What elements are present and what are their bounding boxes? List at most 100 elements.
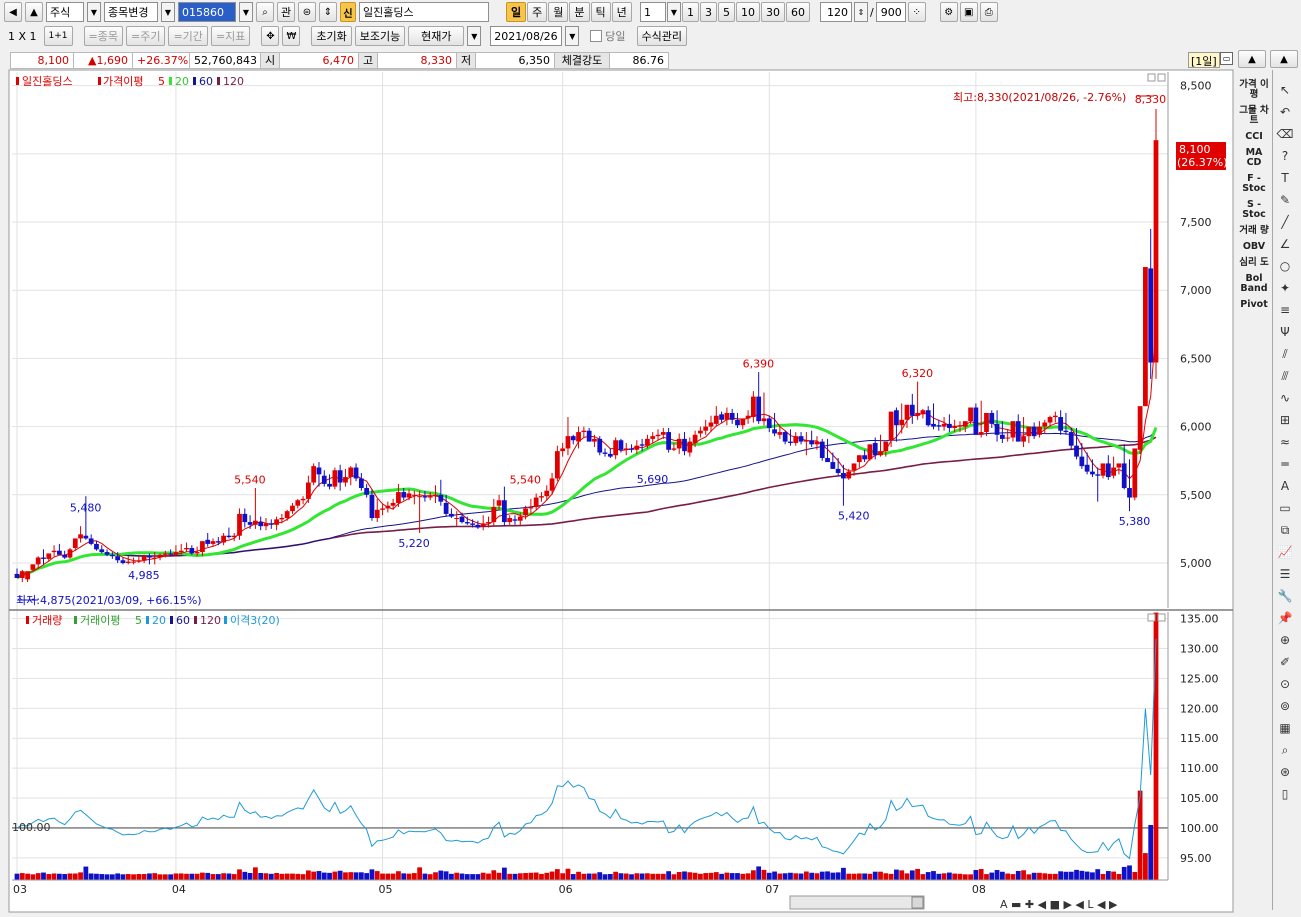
scroll-right-icon[interactable] <box>911 896 924 909</box>
legend-ma120: 120 <box>223 75 244 88</box>
indicator-item[interactable]: S - Stoc <box>1239 200 1269 220</box>
candle-body <box>152 557 158 559</box>
candle-body <box>470 523 475 525</box>
x-tick-label: 08 <box>972 883 986 896</box>
volume-bar <box>1084 871 1090 880</box>
pin-icon[interactable]: 📌 <box>1274 608 1296 628</box>
volume-bar <box>872 871 878 880</box>
nav-arrows[interactable]: A ▬ ✚ ◀ ■ ▶ ◀ L ◀ ▶ <box>1000 898 1118 911</box>
hline-icon[interactable]: ═ <box>1274 454 1296 474</box>
grid-icon[interactable]: ⊞ <box>1274 410 1296 430</box>
text-tool-icon[interactable]: T <box>1274 168 1296 188</box>
pencil-icon[interactable]: ✎ <box>1274 190 1296 210</box>
indicator-item[interactable]: Bol Band <box>1239 274 1269 294</box>
candle-body <box>491 507 497 523</box>
disparity-ref-label: 100.00 <box>12 821 51 834</box>
cycle-icon[interactable]: ∿ <box>1274 388 1296 408</box>
candle-body <box>528 507 534 509</box>
excel-icon[interactable]: ▦ <box>1274 718 1296 738</box>
volume-bar <box>464 874 470 880</box>
volume-bar <box>803 871 809 880</box>
wave-icon[interactable]: ≈ <box>1274 432 1296 452</box>
line-icon[interactable]: ╱ <box>1274 212 1296 232</box>
indicator-item[interactable]: MA CD <box>1239 148 1269 168</box>
volume-bar <box>607 874 613 880</box>
volume-bar <box>449 873 454 880</box>
price-annotation: 5,480 <box>70 502 102 515</box>
chart-frame <box>8 69 1234 913</box>
collapse-up-icon[interactable]: ▲ <box>1238 50 1266 68</box>
candle-body <box>761 418 767 422</box>
wrench-icon[interactable]: 🔧 <box>1274 586 1296 606</box>
candle-body <box>46 553 52 559</box>
candle-body <box>88 538 94 544</box>
magnify-icon[interactable]: ⌕ <box>1274 740 1296 760</box>
volume-bar <box>629 874 634 880</box>
candle-body <box>592 438 597 442</box>
volume-bar <box>941 873 947 880</box>
zoom-in-icon[interactable]: ⊕ <box>1274 630 1296 650</box>
parallel-icon[interactable]: ≡ <box>1274 300 1296 320</box>
indicator-item[interactable]: F - Stoc <box>1239 174 1269 194</box>
volume-bar <box>660 873 666 880</box>
volume-bar <box>109 874 115 880</box>
volume-bar <box>1111 871 1117 880</box>
volume-bar <box>554 869 560 880</box>
panel2-close-icon[interactable] <box>1157 613 1166 622</box>
candle-body <box>253 520 258 525</box>
clip-icon[interactable]: ▯ <box>1274 784 1296 804</box>
channel-icon[interactable]: ⫻ <box>1274 366 1296 386</box>
cursor-icon[interactable]: ↖ <box>1274 80 1296 100</box>
indicator-item[interactable]: 가격 이평 <box>1239 80 1269 100</box>
marker-icon[interactable]: ✐ <box>1274 652 1296 672</box>
candle-body <box>724 412 730 420</box>
candle-body <box>226 535 232 538</box>
fibo-icon[interactable]: Ψ <box>1274 322 1296 342</box>
candle-body <box>941 423 947 427</box>
collapse-up2-icon[interactable]: ▲ <box>1270 50 1298 68</box>
target-icon[interactable]: ⊛ <box>1274 762 1296 782</box>
indicator-item[interactable]: Pivot <box>1239 300 1269 310</box>
candle-body <box>205 539 211 544</box>
find-icon[interactable]: ⊙ <box>1274 674 1296 694</box>
circle-icon[interactable]: ○ <box>1274 256 1296 276</box>
volume-bar <box>1100 873 1106 880</box>
candle-body <box>486 522 491 524</box>
list-icon[interactable]: ☰ <box>1274 564 1296 584</box>
window-icon[interactable]: ▭ <box>1274 498 1296 518</box>
price-tick-label: 6,500 <box>1180 352 1212 365</box>
volume-bar <box>936 873 942 880</box>
volume-bar <box>846 873 852 880</box>
indicator-item[interactable]: 거래 량 <box>1239 226 1269 236</box>
fan-icon[interactable]: ⫽ <box>1274 344 1296 364</box>
panel2-min-icon[interactable] <box>1147 613 1156 622</box>
candle-body <box>629 448 634 450</box>
price-annotation: 5,690 <box>637 473 669 486</box>
legend-volume: 거래량 <box>32 614 62 627</box>
chart-icon[interactable]: 📈 <box>1274 542 1296 562</box>
candle-body <box>851 463 857 471</box>
candle-body <box>565 436 571 449</box>
indicator-item[interactable]: 그물 차트 <box>1239 106 1269 126</box>
copy-icon[interactable]: ⧉ <box>1274 520 1296 540</box>
price-annotation: 5,380 <box>1119 515 1151 528</box>
star-icon[interactable]: ✦ <box>1274 278 1296 298</box>
panel-close-icon[interactable] <box>1157 73 1166 82</box>
indicator-item[interactable]: 심리 도 <box>1239 258 1269 268</box>
volume-bar <box>825 871 830 880</box>
panel-min-icon[interactable] <box>1147 73 1156 82</box>
indicator-item[interactable]: CCI <box>1239 132 1269 142</box>
help-icon[interactable]: ? <box>1274 146 1296 166</box>
horizontal-scrollbar[interactable] <box>789 895 925 910</box>
volume-bar <box>237 869 242 880</box>
volume-bar <box>581 873 587 880</box>
eraser-icon[interactable]: ⌫ <box>1274 124 1296 144</box>
candle-body <box>200 541 205 553</box>
undo-icon[interactable]: ↶ <box>1274 102 1296 122</box>
indicator-item[interactable]: OBV <box>1239 242 1269 252</box>
legend-stock-name: 일진홀딩스 <box>22 74 73 88</box>
candle-body <box>94 543 99 550</box>
angle-icon[interactable]: ∠ <box>1274 234 1296 254</box>
auto-icon[interactable]: A <box>1274 476 1296 496</box>
find2-icon[interactable]: ⊚ <box>1274 696 1296 716</box>
